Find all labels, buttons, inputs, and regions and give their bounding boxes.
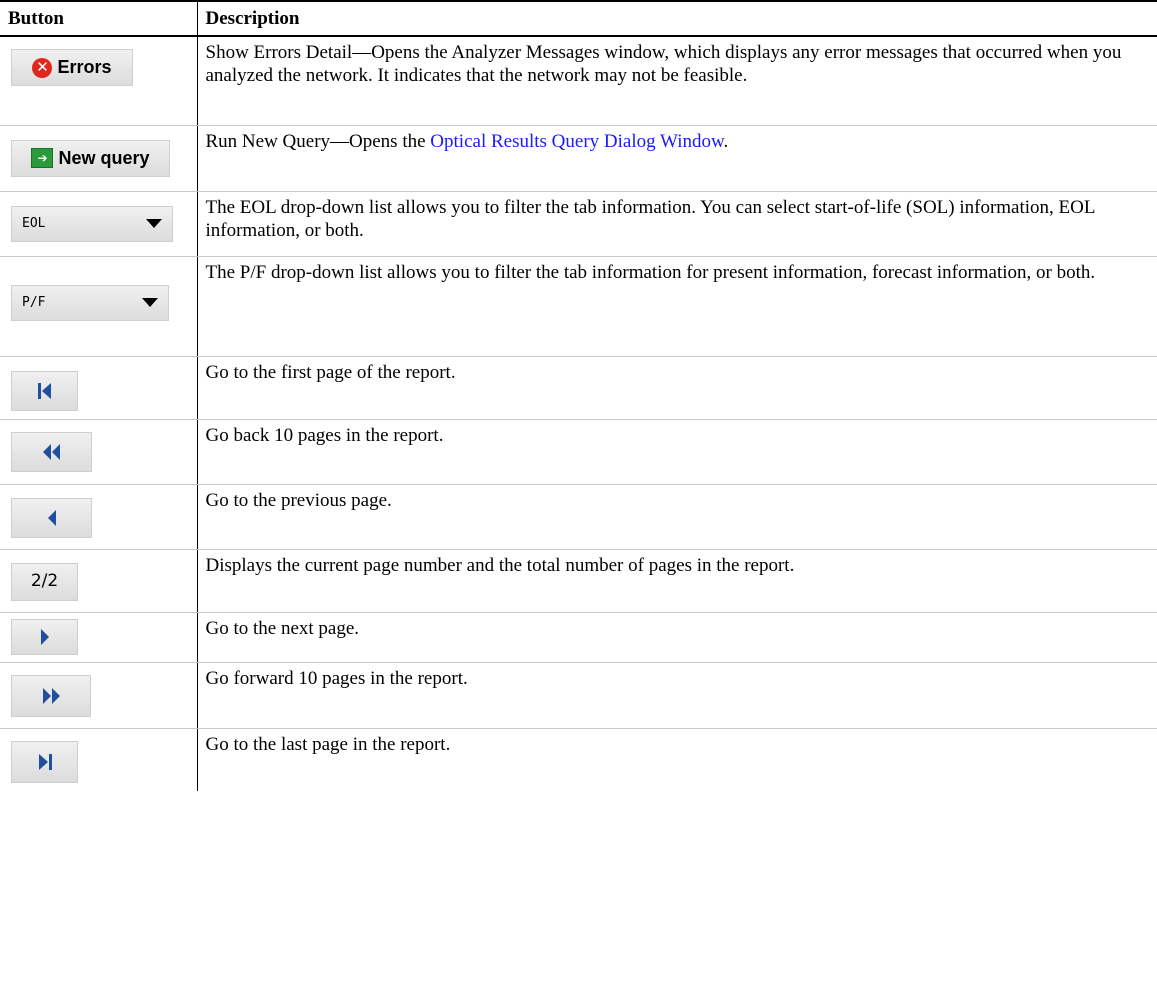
chevron-down-icon [142,298,158,307]
previous-page-button[interactable] [11,497,92,538]
first-page-button[interactable] [11,370,78,411]
table-row: ✕ Errors Show Errors Detail—Opens the An… [0,36,1157,126]
previous-page-icon [47,509,56,526]
back-10-pages-icon [42,443,60,460]
row-description: Go forward 10 pages in the report. [196,662,1157,729]
header-button: Button [0,0,197,37]
errors-button[interactable]: ✕ Errors [11,49,133,86]
eol-dropdown[interactable]: EOL [11,205,173,242]
row-description: Go to the last page in the report. [196,728,1157,791]
table-row: Go to the previous page. [0,484,1157,550]
new-query-icon: ➔ [31,148,54,168]
table-row: Go forward 10 pages in the report. [0,662,1157,729]
forward-10-pages-button[interactable] [11,674,91,717]
row-description: Go back 10 pages in the report. [196,419,1157,485]
back-10-pages-button[interactable] [11,431,92,472]
button-description-table: Button Description ✕ Errors Show Errors … [0,0,1157,791]
row-description: Go to the first page of the report. [196,356,1157,420]
forward-10-pages-icon [43,687,60,704]
last-page-button[interactable] [11,740,78,783]
row-description: Show Errors Detail—Opens the Analyzer Me… [196,36,1157,126]
new-query-button[interactable]: ➔ New query [11,139,170,177]
row-description: Run New Query—Opens the Optical Results … [196,125,1157,192]
error-icon: ✕ [32,57,53,78]
row-description: The EOL drop-down list allows you to fil… [196,191,1157,257]
row-description: Go to the next page. [196,612,1157,663]
next-page-button[interactable] [11,618,78,655]
table-row: Go to the last page in the report. [0,728,1157,791]
pf-dropdown[interactable]: P/F [11,284,169,321]
table-row: Go to the first page of the report. [0,356,1157,420]
table-row: Go to the next page. [0,612,1157,663]
row-description: Displays the current page number and the… [196,549,1157,613]
row-description: The P/F drop-down list allows you to fil… [196,256,1157,357]
table-row: ➔ New query Run New Query—Opens the Opti… [0,125,1157,192]
optical-results-query-link[interactable]: Optical Results Query Dialog Window [430,131,723,152]
header-description: Description [196,0,1157,37]
last-page-icon [38,753,52,770]
table-row: EOL The EOL drop-down list allows you to… [0,191,1157,257]
next-page-icon [40,628,49,645]
table-row: 2/2 Displays the current page number and… [0,549,1157,613]
table-row: P/F The P/F drop-down list allows you to… [0,256,1157,357]
table-row: Go back 10 pages in the report. [0,419,1157,485]
row-description: Go to the previous page. [196,484,1157,550]
first-page-icon [37,382,51,399]
chevron-down-icon [146,219,162,228]
page-indicator: 2/2 [11,562,78,601]
